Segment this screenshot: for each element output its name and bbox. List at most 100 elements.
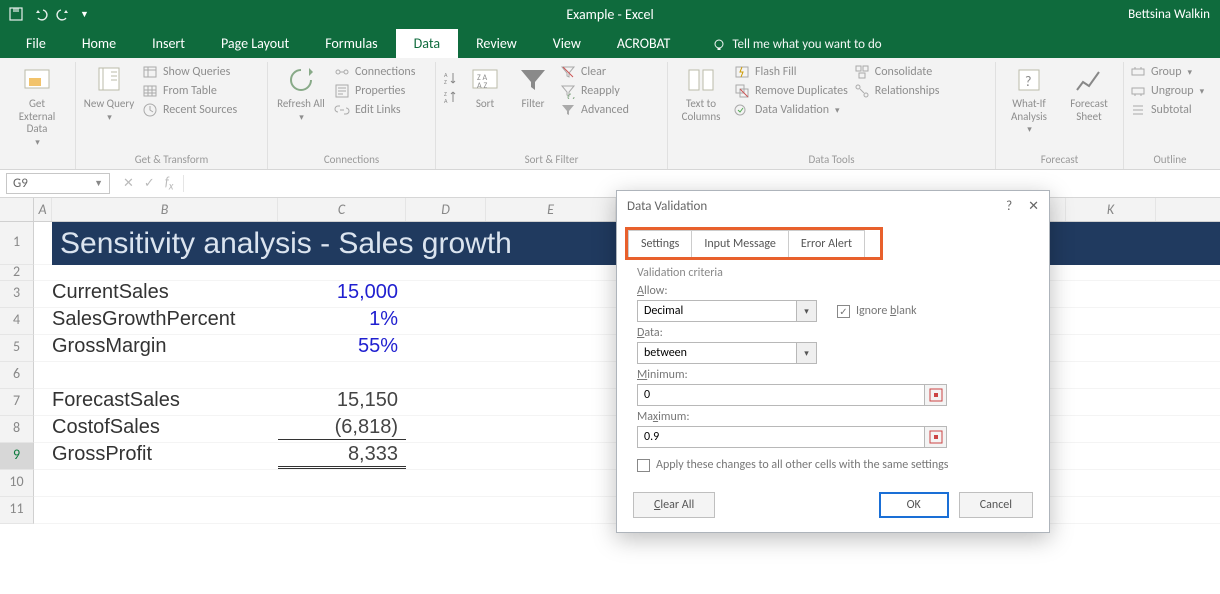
ok-button[interactable]: OK: [879, 492, 949, 518]
tab-input-message[interactable]: Input Message: [692, 230, 789, 257]
new-query-button[interactable]: New Query▾: [82, 64, 136, 123]
cancel-button[interactable]: Cancel: [959, 492, 1033, 518]
minimum-label: Minimum:: [637, 368, 1029, 382]
tab-formulas[interactable]: Formulas: [307, 29, 395, 58]
connections-icon: [334, 64, 350, 80]
tab-data[interactable]: Data: [396, 29, 458, 58]
col-header-a[interactable]: A: [34, 198, 52, 221]
clear-button[interactable]: Clear: [560, 64, 629, 80]
show-queries-button[interactable]: Show Queries: [142, 64, 237, 80]
connections-button[interactable]: Connections: [334, 64, 415, 80]
col-header-k[interactable]: K: [1066, 198, 1156, 221]
validation-criteria-label: Validation criteria: [637, 266, 1029, 280]
row-header[interactable]: 4: [0, 308, 34, 335]
tab-settings[interactable]: Settings: [628, 230, 692, 257]
consolidate-button[interactable]: Consolidate: [854, 64, 940, 80]
tell-me-search[interactable]: Tell me what you want to do: [712, 37, 881, 58]
close-icon[interactable]: ✕: [1028, 199, 1039, 214]
allow-select[interactable]: [637, 300, 797, 322]
row-header[interactable]: 6: [0, 362, 34, 389]
group-outline: Outline: [1130, 151, 1210, 169]
what-if-button[interactable]: ? What-If Analysis▾: [1002, 64, 1056, 136]
forecast-sheet-button[interactable]: Forecast Sheet: [1062, 64, 1116, 123]
sort-button[interactable]: Z AA Z Sort: [464, 64, 506, 111]
apply-all-checkbox[interactable]: Apply these changes to all other cells w…: [637, 458, 1029, 472]
text-to-columns-button[interactable]: Text to Columns: [674, 64, 728, 123]
properties-button[interactable]: Properties: [334, 83, 415, 99]
data-validation-button[interactable]: Data Validation▾: [734, 102, 848, 118]
col-header-e[interactable]: E: [486, 198, 616, 221]
window-title: Example - Excel: [566, 6, 653, 23]
chevron-down-icon[interactable]: ▾: [797, 342, 817, 364]
get-external-data-button[interactable]: Get External Data▾: [10, 64, 64, 148]
new-query-label: New Query: [84, 98, 134, 111]
col-header-b[interactable]: B: [52, 198, 278, 221]
filter-icon: [517, 64, 549, 96]
tab-insert[interactable]: Insert: [134, 29, 203, 58]
cancel-formula-icon[interactable]: ✕: [123, 176, 134, 191]
maximum-input[interactable]: [637, 426, 925, 448]
reapply-icon: [560, 83, 576, 99]
chevron-down-icon[interactable]: ▾: [797, 300, 817, 322]
sort-az-button[interactable]: AZ: [442, 70, 458, 86]
ungroup-button[interactable]: Ungroup▾: [1130, 83, 1204, 99]
data-select[interactable]: [637, 342, 797, 364]
row-header[interactable]: 2: [0, 265, 34, 281]
formula-input[interactable]: [184, 182, 1220, 186]
tab-home[interactable]: Home: [64, 29, 134, 58]
name-box[interactable]: G9▼: [6, 173, 110, 194]
tab-error-alert[interactable]: Error Alert: [789, 230, 865, 257]
undo-icon[interactable]: [32, 6, 48, 22]
row-header-selected[interactable]: 9: [0, 443, 34, 470]
tab-file[interactable]: File: [8, 29, 64, 58]
row-header[interactable]: 11: [0, 497, 34, 524]
edit-links-button[interactable]: Edit Links: [334, 102, 415, 118]
sort-az-icon: AZ: [442, 70, 458, 86]
svg-text:Z: Z: [444, 78, 447, 86]
filter-button[interactable]: Filter: [512, 64, 554, 111]
tab-view[interactable]: View: [535, 29, 599, 58]
advanced-button[interactable]: Advanced: [560, 102, 629, 118]
fx-icon[interactable]: fx: [165, 175, 174, 193]
refresh-all-label: Refresh All: [277, 98, 325, 111]
row-header[interactable]: 5: [0, 335, 34, 362]
sort-za-icon: ZA: [442, 89, 458, 105]
row-header[interactable]: 3: [0, 281, 34, 308]
refresh-all-button[interactable]: Refresh All▾: [274, 64, 328, 123]
ribbon-tabs: File Home Insert Page Layout Formulas Da…: [0, 28, 1220, 58]
qat-dropdown-icon[interactable]: ▼: [80, 9, 89, 20]
clear-icon: [560, 64, 576, 80]
clear-all-button[interactable]: Clear All: [633, 492, 715, 518]
range-select-icon[interactable]: [925, 384, 947, 406]
consolidate-icon: [854, 64, 870, 80]
row-header[interactable]: 7: [0, 389, 34, 416]
sort-za-button[interactable]: ZA: [442, 89, 458, 105]
range-select-icon[interactable]: [925, 426, 947, 448]
reapply-button[interactable]: Reapply: [560, 83, 629, 99]
help-icon[interactable]: ?: [1006, 199, 1012, 214]
remove-duplicates-button[interactable]: Remove Duplicates: [734, 83, 848, 99]
flash-fill-button[interactable]: Flash Fill: [734, 64, 848, 80]
group-sort-filter: Sort & Filter: [442, 151, 661, 169]
tab-acrobat[interactable]: ACROBAT: [599, 29, 689, 58]
redo-icon[interactable]: [56, 6, 72, 22]
tab-page-layout[interactable]: Page Layout: [203, 29, 307, 58]
recent-sources-button[interactable]: Recent Sources: [142, 102, 237, 118]
col-header-d[interactable]: D: [406, 198, 486, 221]
enter-formula-icon[interactable]: ✓: [144, 176, 155, 191]
row-header[interactable]: 8: [0, 416, 34, 443]
minimum-input[interactable]: [637, 384, 925, 406]
subtotal-button[interactable]: Subtotal: [1130, 102, 1204, 118]
select-all-corner[interactable]: [0, 198, 34, 221]
save-icon[interactable]: [8, 6, 24, 22]
relationships-button[interactable]: Relationships: [854, 83, 940, 99]
forecast-icon: [1073, 64, 1105, 96]
tab-review[interactable]: Review: [458, 29, 535, 58]
col-header-c[interactable]: C: [278, 198, 406, 221]
ignore-blank-checkbox[interactable]: ✓ Ignore blank: [837, 304, 917, 318]
from-table-button[interactable]: From Table: [142, 83, 237, 99]
group-button[interactable]: Group▾: [1130, 64, 1204, 80]
dialog-title: Data Validation: [627, 199, 707, 214]
row-header[interactable]: 1: [0, 222, 34, 265]
row-header[interactable]: 10: [0, 470, 34, 497]
